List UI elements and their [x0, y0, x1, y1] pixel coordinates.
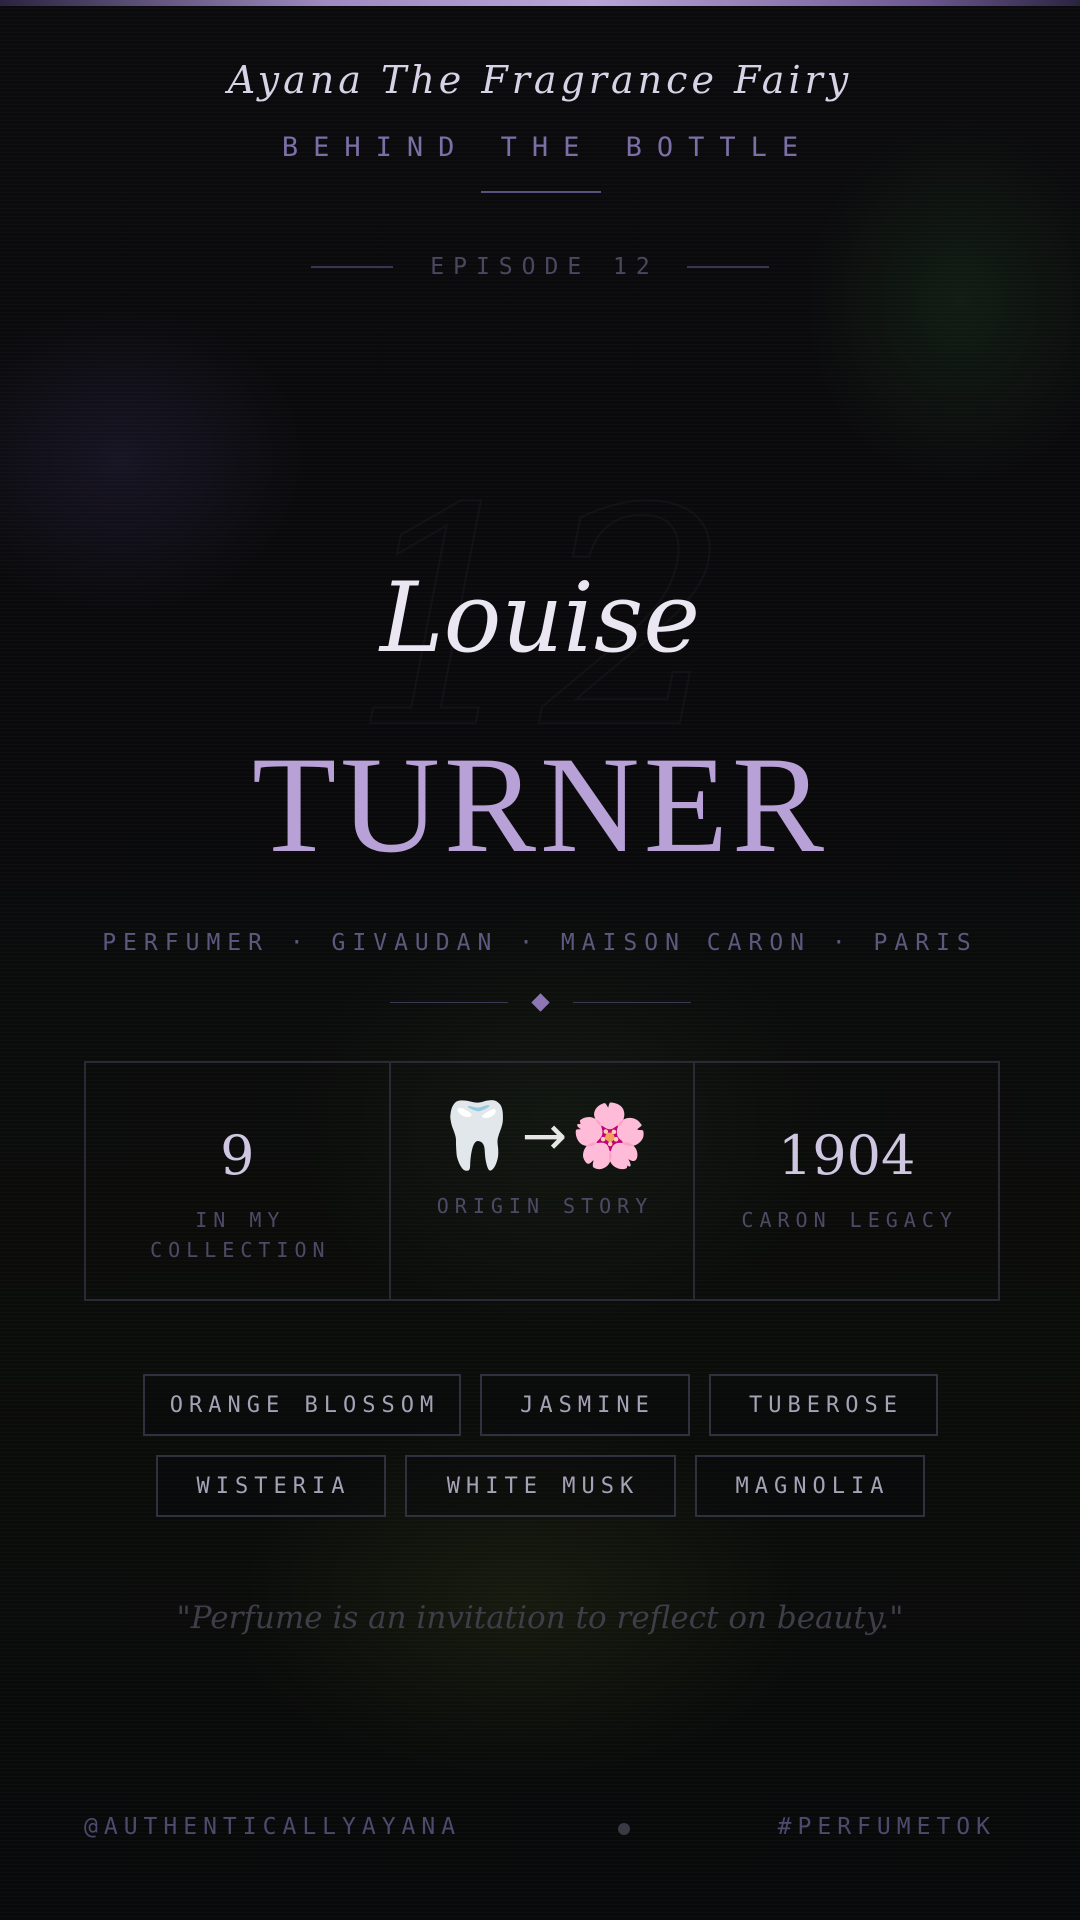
notes-row: ORANGE BLOSSOM JASMINE TUBEROSE	[142, 1374, 938, 1436]
stat-label: ORIGIN STORY	[436, 1194, 654, 1218]
credits-line: PERFUMER · GIVAUDAN · MAISON CARON · PAR…	[102, 930, 978, 956]
stat-label: IN MY COLLECTION	[150, 1208, 331, 1262]
last-name: TURNER	[252, 728, 828, 881]
diamond-icon	[530, 992, 550, 1012]
arrow-right-icon: →	[521, 1104, 568, 1167]
stat-label: CARON LEGACY	[741, 1208, 958, 1232]
first-name: Louise	[379, 562, 701, 674]
episode-rule-left	[311, 266, 394, 268]
stat-value: 1904	[777, 1124, 916, 1187]
notes-row: WISTERIA WHITE MUSK MAGNOLIA	[155, 1455, 925, 1517]
note-tag: WISTERIA	[155, 1455, 386, 1517]
series-title: BEHIND THE BOTTLE	[281, 132, 814, 163]
stats-panel: 9 IN MY COLLECTION 🦷 → 🌸 ORIGIN STORY 1904 …	[84, 1061, 1000, 1301]
ornament-divider	[0, 992, 1080, 1012]
quote: "Perfume is an invitation to reflect on …	[176, 1600, 904, 1636]
note-tag: ORANGE BLOSSOM	[142, 1374, 461, 1436]
episode-rule-right	[686, 266, 769, 268]
divider-line-right	[572, 1001, 691, 1003]
footer-hashtag: #PERFUMETOK	[777, 1814, 996, 1840]
note-tag: MAGNOLIA	[694, 1455, 925, 1517]
series-underline	[481, 191, 601, 193]
top-accent-bar	[0, 0, 1080, 6]
stat-origin: 🦷 → 🌸 ORIGIN STORY	[388, 1063, 694, 1299]
note-tag: TUBEROSE	[708, 1374, 938, 1436]
episode-row: EPISODE 12	[0, 252, 1080, 282]
note-tag: WHITE MUSK	[404, 1455, 676, 1517]
origin-emoji-sequence: 🦷 → 🌸	[436, 1103, 649, 1169]
footer-dot	[618, 1823, 630, 1835]
divider-line-left	[389, 1001, 508, 1003]
footer-handle: @AUTHENTICALLYAYANA	[84, 1814, 462, 1840]
note-tag: JASMINE	[479, 1374, 690, 1436]
episode-label: EPISODE 12	[430, 254, 659, 280]
stat-collection: 9 IN MY COLLECTION	[86, 1063, 389, 1299]
stat-value: 9	[220, 1124, 255, 1187]
fragrance-notes: ORANGE BLOSSOM JASMINE TUBEROSE WISTERIA…	[0, 1374, 1080, 1517]
brand-title: Ayana The Fragrance Fairy	[227, 58, 853, 102]
tooth-icon: 🦷	[435, 1097, 518, 1174]
cherry-blossom-icon: 🌸	[571, 1099, 649, 1172]
stat-legacy: 1904 CARON LEGACY	[693, 1063, 998, 1299]
